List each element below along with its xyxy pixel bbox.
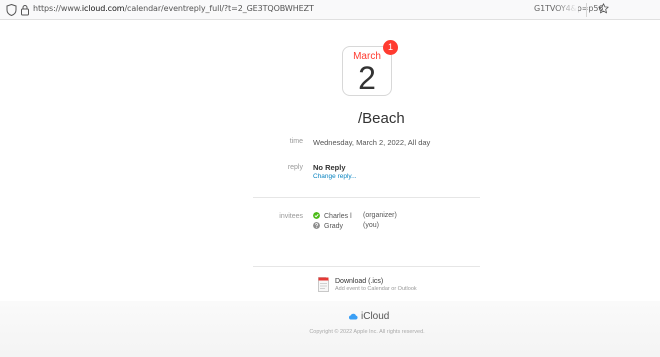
copyright-text: Copyright © 2022 Apple Inc. All rights r… [309, 329, 425, 335]
invitee-row: Grady (you) [313, 222, 379, 232]
calendar-date-icon: March 2 [342, 46, 392, 96]
url-host: icloud.com [81, 4, 125, 13]
section-divider [253, 197, 480, 198]
reply-status: No Reply [313, 163, 346, 172]
url-fade [556, 2, 578, 18]
no-reply-question-icon [313, 222, 320, 229]
accepted-check-icon [313, 212, 320, 219]
invitee-role: (you) [363, 222, 379, 229]
time-label: time [289, 138, 303, 145]
url-path: /calendar/eventreply_full/?t=2_GE3TQOBWH… [124, 4, 314, 13]
event-title: /Beach [358, 110, 405, 127]
address-bar-separator [586, 3, 587, 17]
section-divider [253, 266, 480, 267]
calendar-day: 2 [358, 60, 376, 96]
invitee-name: Grady [324, 223, 344, 230]
invitee-name: Charles l [324, 213, 352, 220]
reply-label: reply [287, 164, 303, 171]
change-reply-link[interactable]: Change reply... [313, 173, 357, 180]
invitee-row: Charles l (organizer) [313, 212, 397, 222]
download-ics-link[interactable]: Download (.ics) [335, 278, 383, 285]
ics-file-icon[interactable] [318, 277, 329, 292]
bookmark-star-icon[interactable] [598, 3, 609, 14]
url-text[interactable]: https://www.icloud.com/calendar/eventrep… [33, 4, 314, 13]
url-prefix: https://www. [33, 4, 82, 13]
notification-badge: 1 [383, 40, 398, 55]
lock-icon[interactable] [20, 4, 30, 16]
download-subtitle: Add event to Calendar or Outlook [335, 286, 417, 292]
icloud-logo-text[interactable]: iCloud [361, 311, 389, 322]
time-value: Wednesday, March 2, 2022, All day [313, 138, 431, 147]
invitee-role: (organizer) [363, 212, 397, 219]
shield-icon[interactable] [6, 4, 17, 16]
icloud-cloud-icon [348, 313, 358, 320]
address-bar[interactable]: https://www.icloud.com/calendar/eventrep… [0, 0, 660, 20]
invitees-label: invitees [279, 213, 303, 220]
